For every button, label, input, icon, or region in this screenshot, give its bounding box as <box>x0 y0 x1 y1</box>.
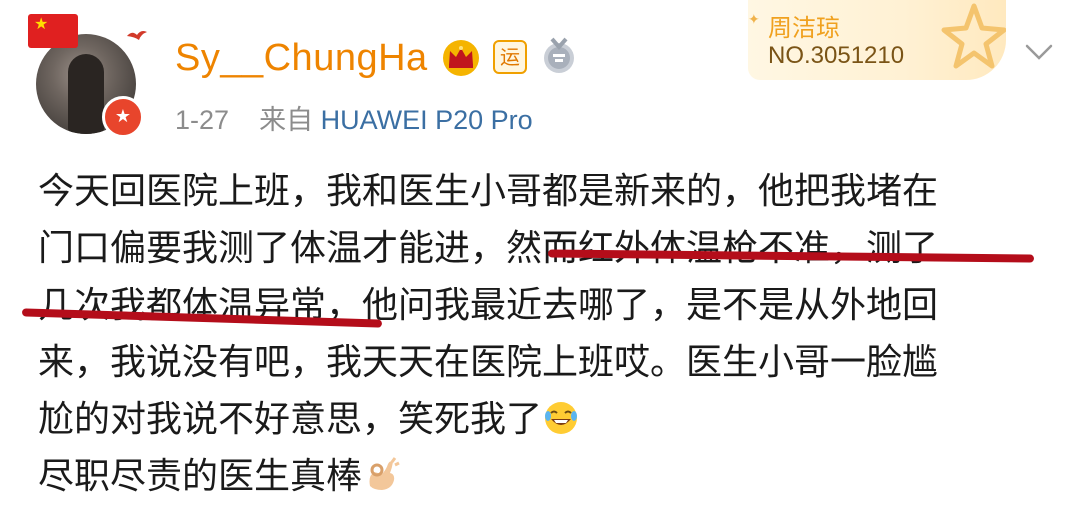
post-line: 尬的对我说不好意思，笑死我了 <box>38 399 543 440</box>
avatar-container[interactable]: ★ ★ <box>28 14 148 138</box>
star-icon <box>941 3 1006 69</box>
weibo-post: ★ ★ Sy__ChungHa 运 1-27 来自 HUAWEI P20 Pro… <box>0 0 1079 510</box>
flag-star-icon: ★ <box>34 14 49 33</box>
post-body: 今天回医院上班，我和医生小哥都是新来的，他把我堵在 门口偏要我测了体温才能进，然… <box>38 163 1058 505</box>
crown-icon[interactable] <box>440 38 482 76</box>
post-line: 今天回医院上班，我和医生小哥都是新来的，他把我堵在 <box>38 171 939 212</box>
username[interactable]: Sy__ChungHa <box>175 37 428 80</box>
laughing-tears-emoji-icon <box>545 402 578 434</box>
device-link[interactable]: HUAWEI P20 Pro <box>321 105 533 135</box>
post-line: 来，我说没有吧，我天天在医院上班哎。医生小哥一脸尴 <box>38 342 939 383</box>
fan-card[interactable]: ✦ 周洁琼 NO.3051210 <box>748 0 1006 80</box>
sparkle-icon: ✦ <box>748 12 760 28</box>
post-line-with-emoji: 尽职尽责的医生真棒 <box>38 448 1058 505</box>
ok-hand-emoji-icon <box>369 457 400 490</box>
medal-icon[interactable] <box>540 37 578 75</box>
fan-card-number: NO.3051210 <box>768 42 905 69</box>
chevron-down-icon[interactable] <box>1024 42 1054 62</box>
post-line: 几次我都体温异常，他问我最近去哪了，是不是从外地回 <box>38 285 939 326</box>
bird-icon <box>127 31 147 40</box>
fan-card-name: 周洁琼 <box>768 14 840 42</box>
post-line-with-emoji: 尬的对我说不好意思，笑死我了 <box>38 391 1058 448</box>
avatar-badge: ★ <box>102 96 144 138</box>
post-line: 门口偏要我测了体温才能进，然而红外体温枪不准，测了 <box>38 228 939 269</box>
yun-badge[interactable]: 运 <box>493 40 527 74</box>
source-prefix: 来自 <box>259 105 314 135</box>
avatar-figure <box>68 54 104 134</box>
post-line: 尽职尽责的医生真棒 <box>38 456 363 497</box>
post-meta: 1-27 来自 HUAWEI P20 Pro <box>175 98 533 137</box>
post-date: 1-27 <box>175 105 230 135</box>
china-flag-icon: ★ <box>28 14 78 48</box>
